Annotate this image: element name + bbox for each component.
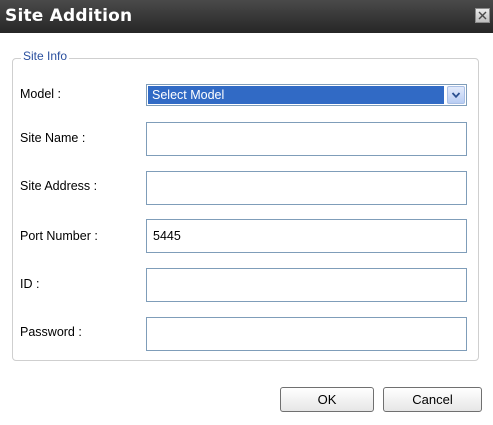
site-name-field[interactable]: [146, 122, 467, 156]
port-number-field[interactable]: [146, 219, 467, 253]
model-label: Model :: [20, 87, 61, 101]
model-dropdown-button[interactable]: [447, 86, 465, 104]
dialog-title: Site Addition: [5, 6, 133, 26]
model-select[interactable]: Select Model: [146, 84, 467, 106]
port-number-label: Port Number :: [20, 229, 98, 243]
ok-button[interactable]: OK: [280, 387, 374, 412]
site-address-field[interactable]: [146, 171, 467, 205]
model-select-value: Select Model: [148, 86, 444, 104]
cancel-button[interactable]: Cancel: [383, 387, 482, 412]
chevron-down-icon: [451, 92, 461, 99]
id-label: ID :: [20, 277, 40, 291]
id-field[interactable]: [146, 268, 467, 302]
close-icon: [478, 11, 487, 20]
close-button[interactable]: [475, 8, 490, 23]
site-name-label: Site Name :: [20, 131, 86, 145]
title-bar[interactable]: Site Addition: [0, 0, 493, 33]
password-label: Password :: [20, 325, 82, 339]
password-field[interactable]: [146, 317, 467, 351]
group-title: Site Info: [21, 49, 70, 63]
site-address-label: Site Address :: [20, 179, 98, 193]
site-addition-dialog: Site Addition Site Info Model : Select M…: [0, 0, 493, 425]
